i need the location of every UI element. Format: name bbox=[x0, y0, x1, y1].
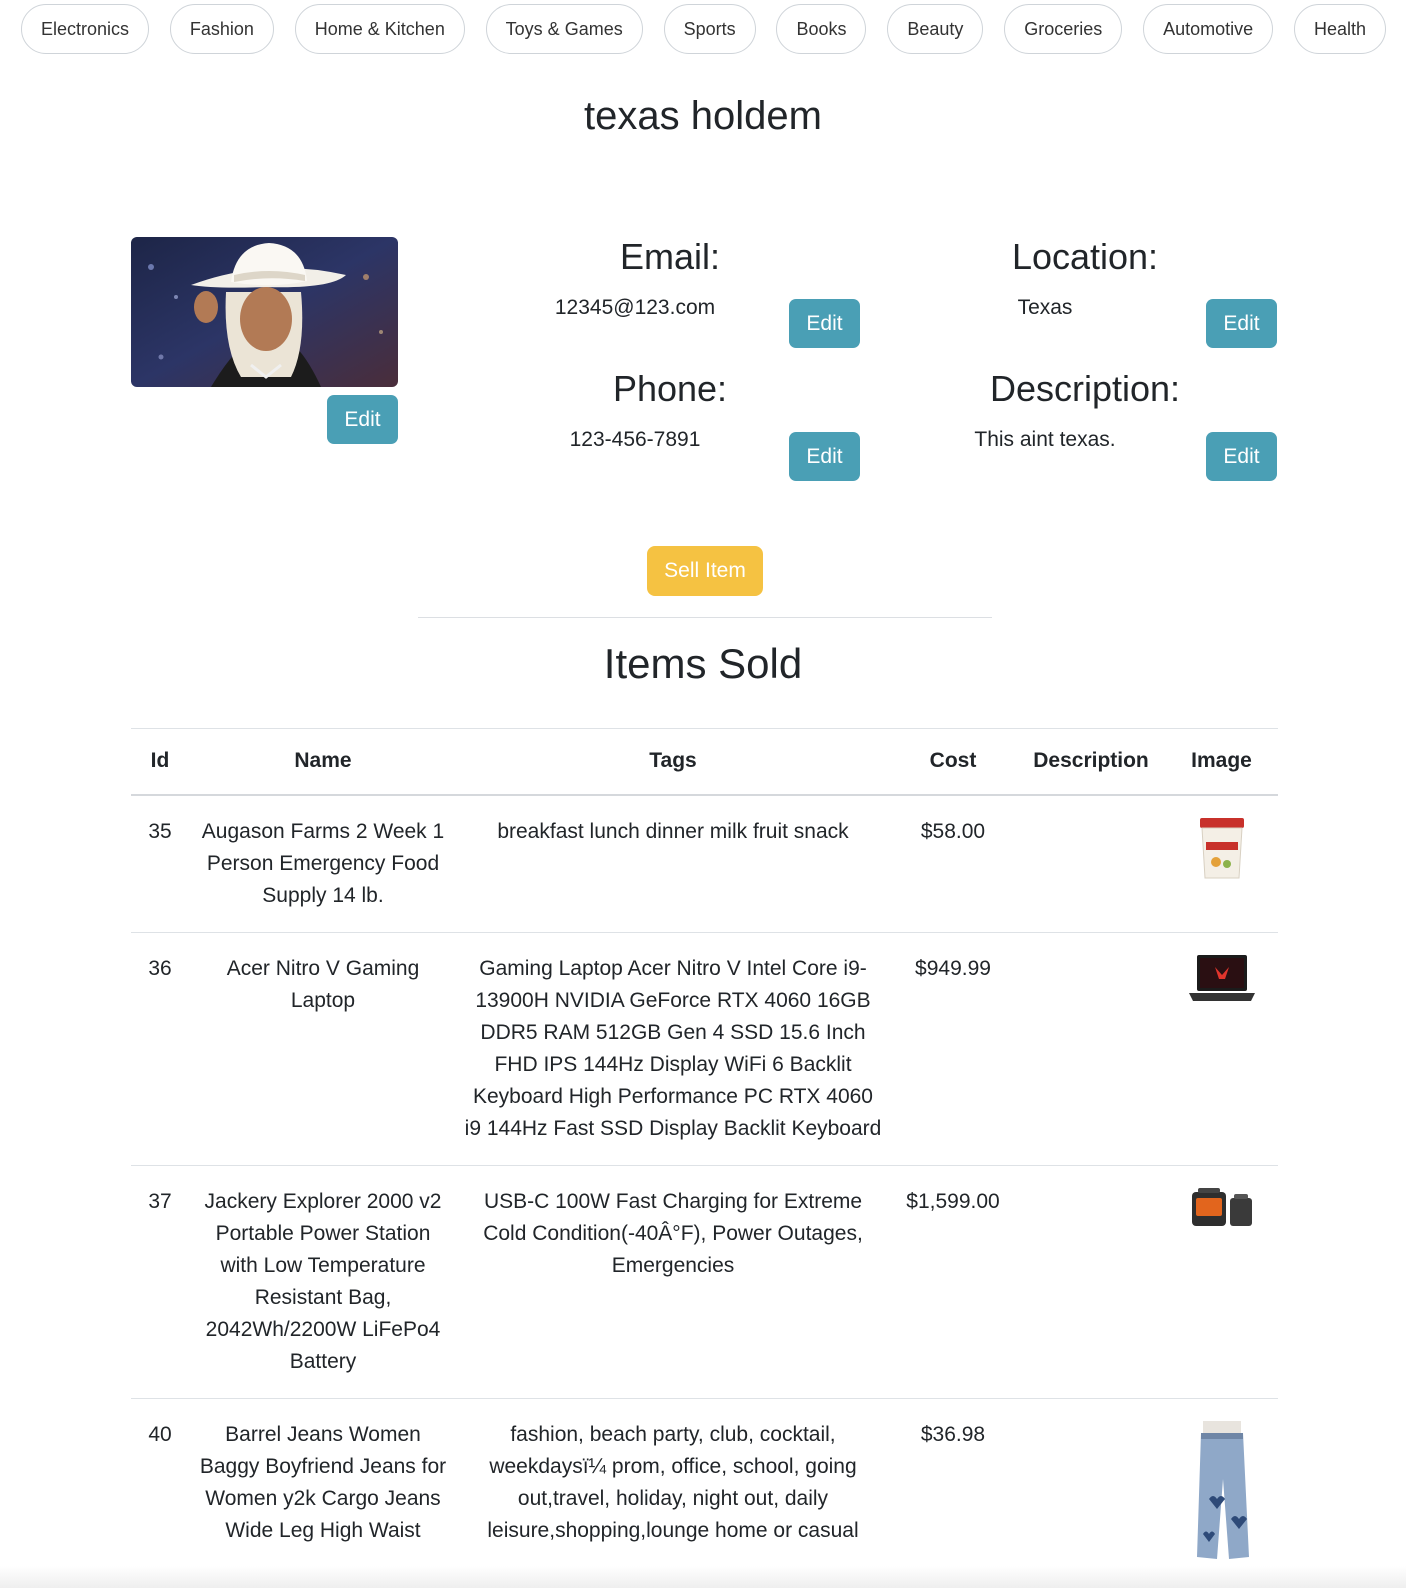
food-bucket-icon bbox=[1199, 817, 1244, 878]
table-header-row: Id Name Tags Cost Description Image bbox=[131, 728, 1278, 796]
cell-tags: breakfast lunch dinner milk fruit snack bbox=[457, 794, 889, 933]
profile-photo bbox=[131, 237, 398, 387]
cell-description bbox=[1017, 794, 1165, 933]
sell-item-button[interactable]: Sell Item bbox=[647, 546, 763, 596]
location-heading: Location: bbox=[1011, 236, 1159, 277]
cell-name: Jackery Explorer 2000 v2 Portable Power … bbox=[189, 1165, 457, 1399]
column-header-description: Description bbox=[1017, 728, 1165, 796]
location-value: Texas bbox=[1017, 296, 1073, 319]
phone-heading: Phone: bbox=[612, 368, 728, 409]
cell-image bbox=[1165, 1398, 1278, 1588]
category-home-kitchen[interactable]: Home & Kitchen bbox=[294, 4, 465, 54]
cell-id: 35 bbox=[131, 794, 189, 933]
cell-description bbox=[1017, 1165, 1165, 1399]
category-toys-games[interactable]: Toys & Games bbox=[485, 4, 643, 54]
cell-name: Augason Farms 2 Week 1 Person Emergency … bbox=[189, 794, 457, 933]
page-title: texas holdem bbox=[584, 94, 822, 138]
column-header-image: Image bbox=[1165, 728, 1278, 796]
table-row: 36 Acer Nitro V Gaming Laptop Gaming Lap… bbox=[131, 932, 1278, 1166]
profile-photo-image bbox=[131, 237, 398, 387]
jeans-icon bbox=[1196, 1420, 1249, 1559]
email-value: 12345@123.com bbox=[554, 296, 716, 319]
description-heading: Description: bbox=[989, 368, 1181, 409]
category-beauty[interactable]: Beauty bbox=[887, 4, 984, 54]
cell-cost: $36.98 bbox=[889, 1398, 1017, 1588]
items-table: Id Name Tags Cost Description Image 35 A… bbox=[131, 728, 1278, 1588]
table-row: 37 Jackery Explorer 2000 v2 Portable Pow… bbox=[131, 1165, 1278, 1399]
cell-tags: Gaming Laptop Acer Nitro V Intel Core i9… bbox=[457, 932, 889, 1166]
edit-photo-button[interactable]: Edit bbox=[327, 395, 398, 444]
column-header-tags: Tags bbox=[457, 728, 889, 796]
table-row: 40 Barrel Jeans Women Baggy Boyfriend Je… bbox=[131, 1398, 1278, 1588]
items-sold-title: Items Sold bbox=[603, 640, 803, 687]
category-fashion[interactable]: Fashion bbox=[169, 4, 274, 54]
edit-location-button[interactable]: Edit bbox=[1206, 299, 1277, 348]
edit-email-button[interactable]: Edit bbox=[789, 299, 860, 348]
cell-name: Barrel Jeans Women Baggy Boyfriend Jeans… bbox=[189, 1398, 457, 1588]
description-value: This aint texas. bbox=[974, 428, 1116, 451]
cell-image bbox=[1165, 1165, 1278, 1399]
cell-image bbox=[1165, 932, 1278, 1166]
category-health[interactable]: Health bbox=[1293, 4, 1386, 54]
category-books[interactable]: Books bbox=[776, 4, 867, 54]
bottom-scroll-shadow bbox=[0, 1566, 1406, 1588]
cell-id: 37 bbox=[131, 1165, 189, 1399]
cell-tags: USB-C 100W Fast Charging for Extreme Col… bbox=[457, 1165, 889, 1399]
cell-description bbox=[1017, 1398, 1165, 1588]
cell-tags: fashion, beach party, club, cocktail, we… bbox=[457, 1398, 889, 1588]
category-automotive[interactable]: Automotive bbox=[1143, 4, 1274, 54]
cell-cost: $1,599.00 bbox=[889, 1165, 1017, 1399]
column-header-cost: Cost bbox=[889, 728, 1017, 796]
edit-phone-button[interactable]: Edit bbox=[789, 432, 860, 481]
edit-description-button[interactable]: Edit bbox=[1206, 432, 1277, 481]
laptop-icon bbox=[1188, 954, 1255, 1001]
cell-image bbox=[1165, 794, 1278, 933]
email-heading: Email: bbox=[619, 236, 721, 277]
phone-value: 123-456-7891 bbox=[569, 428, 701, 451]
table-row: 35 Augason Farms 2 Week 1 Person Emergen… bbox=[131, 794, 1278, 933]
cell-cost: $949.99 bbox=[889, 932, 1017, 1166]
cell-description bbox=[1017, 932, 1165, 1166]
column-header-name: Name bbox=[189, 728, 457, 796]
cell-id: 40 bbox=[131, 1398, 189, 1588]
category-sports[interactable]: Sports bbox=[663, 4, 756, 54]
cell-cost: $58.00 bbox=[889, 794, 1017, 933]
category-electronics[interactable]: Electronics bbox=[21, 4, 150, 54]
cell-id: 36 bbox=[131, 932, 189, 1166]
column-header-id: Id bbox=[131, 728, 189, 796]
section-divider bbox=[418, 617, 992, 618]
category-groceries[interactable]: Groceries bbox=[1004, 4, 1123, 54]
cell-name: Acer Nitro V Gaming Laptop bbox=[189, 932, 457, 1166]
category-nav: Electronics Fashion Home & Kitchen Toys … bbox=[21, 4, 1386, 54]
power-station-icon bbox=[1191, 1187, 1252, 1226]
